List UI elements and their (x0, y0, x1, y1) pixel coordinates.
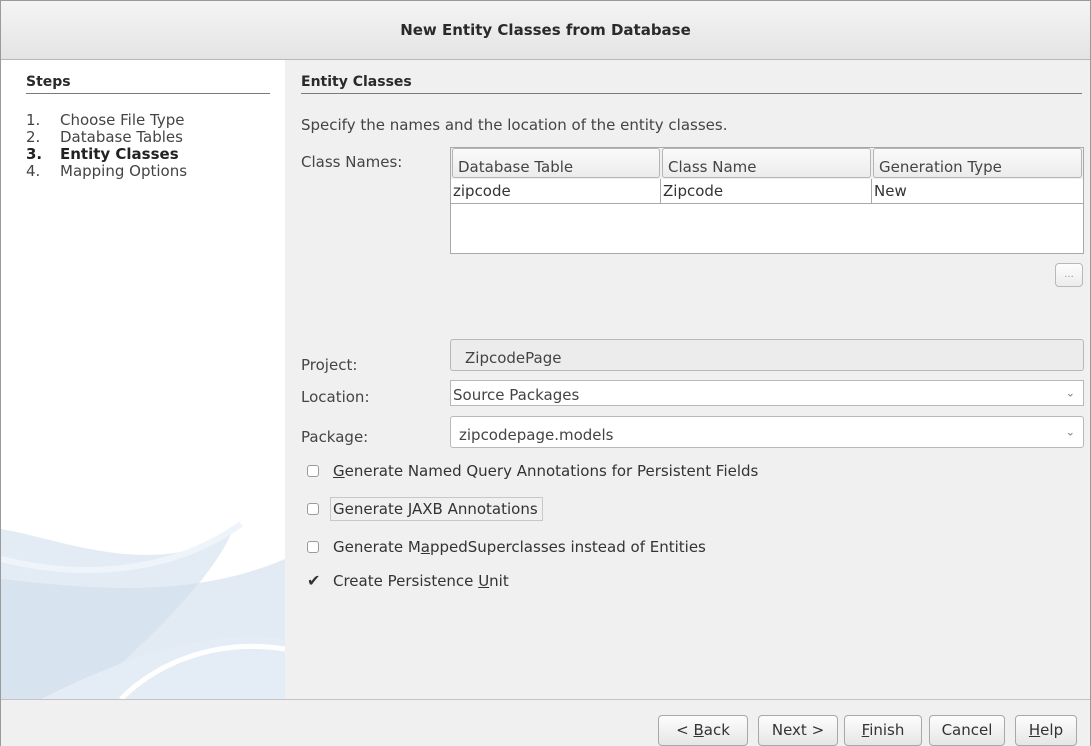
back-button[interactable]: < Back (658, 715, 748, 746)
step-item-choose-file-type: 1. Choose File Type (26, 111, 185, 129)
package-combo[interactable]: zipcodepage.models ⌄ (450, 416, 1084, 448)
location-label: Location: (301, 388, 370, 406)
window-titlebar: New Entity Classes from Database (1, 1, 1090, 60)
check-icon[interactable]: ✔ (307, 571, 321, 590)
decorative-swoosh-image (1, 521, 285, 699)
mapped-superclasses-checkbox-row[interactable]: Generate MappedSuperclasses instead of E… (307, 538, 706, 556)
step-item-mapping-options: 4. Mapping Options (26, 162, 188, 180)
jaxb-checkbox[interactable] (307, 503, 319, 515)
entity-classes-panel: Entity Classes Specify the names and the… (285, 60, 1090, 699)
window-title: New Entity Classes from Database (400, 21, 691, 39)
dialog-window: New Entity Classes from Database Steps 1… (0, 0, 1091, 746)
location-value: Source Packages (453, 386, 580, 404)
table-header: Database Table Class Name Generation Typ… (451, 148, 1083, 179)
steps-panel: Steps 1. Choose File Type 2. Database Tabl… (1, 60, 285, 699)
cell-generation-type[interactable]: New (872, 179, 1083, 203)
help-button[interactable]: Help (1015, 715, 1077, 746)
persistence-unit-label: Create Persistence Unit (333, 571, 509, 590)
step-item-database-tables: 2. Database Tables (26, 128, 183, 146)
package-label: Package: (301, 428, 369, 446)
finish-button[interactable]: Finish (844, 715, 922, 746)
steps-header: Steps (26, 74, 270, 94)
class-names-table[interactable]: Database Table Class Name Generation Typ… (450, 147, 1084, 254)
mapped-superclasses-label: Generate MappedSuperclasses instead of E… (333, 538, 706, 556)
column-header-database-table[interactable]: Database Table (452, 148, 660, 178)
mapped-superclasses-checkbox[interactable] (307, 541, 319, 553)
chevron-down-icon: ⌄ (1065, 425, 1075, 439)
chevron-down-icon: ⌄ (1065, 386, 1075, 400)
steps-list: 1. Choose File Type 2. Database Tables 3. E… (26, 112, 187, 180)
next-button[interactable]: Next > (758, 715, 838, 746)
cell-class-name[interactable]: Zipcode (661, 179, 872, 203)
location-combo[interactable]: Source Packages ⌄ (450, 380, 1084, 406)
column-header-class-name[interactable]: Class Name (662, 148, 871, 178)
jaxb-label: Generate JAXB Annotations (330, 497, 543, 521)
project-field: ZipcodePage (450, 339, 1084, 371)
step-item-entity-classes: 3. Entity Classes (26, 145, 179, 163)
named-query-label: Generate Named Query Annotations for Per… (333, 462, 759, 480)
persistence-unit-checkbox-row[interactable]: ✔ Create Persistence Unit (307, 571, 509, 590)
cell-database-table[interactable]: zipcode (451, 179, 661, 203)
more-button[interactable]: ... (1055, 263, 1083, 287)
section-header: Entity Classes (301, 74, 1082, 94)
project-label: Project: (301, 356, 358, 374)
package-value: zipcodepage.models (459, 426, 614, 444)
table-row[interactable]: zipcode Zipcode New (451, 179, 1083, 204)
jaxb-checkbox-row[interactable]: Generate JAXB Annotations (307, 497, 543, 521)
panel-description: Specify the names and the location of th… (301, 116, 728, 134)
button-bar: < Back Next > Finish Cancel Help (1, 699, 1090, 746)
named-query-checkbox-row[interactable]: Generate Named Query Annotations for Per… (307, 462, 758, 480)
named-query-checkbox[interactable] (307, 465, 319, 477)
column-header-generation-type[interactable]: Generation Type (873, 148, 1082, 178)
cancel-button[interactable]: Cancel (929, 715, 1005, 746)
class-names-label: Class Names: (301, 153, 403, 171)
